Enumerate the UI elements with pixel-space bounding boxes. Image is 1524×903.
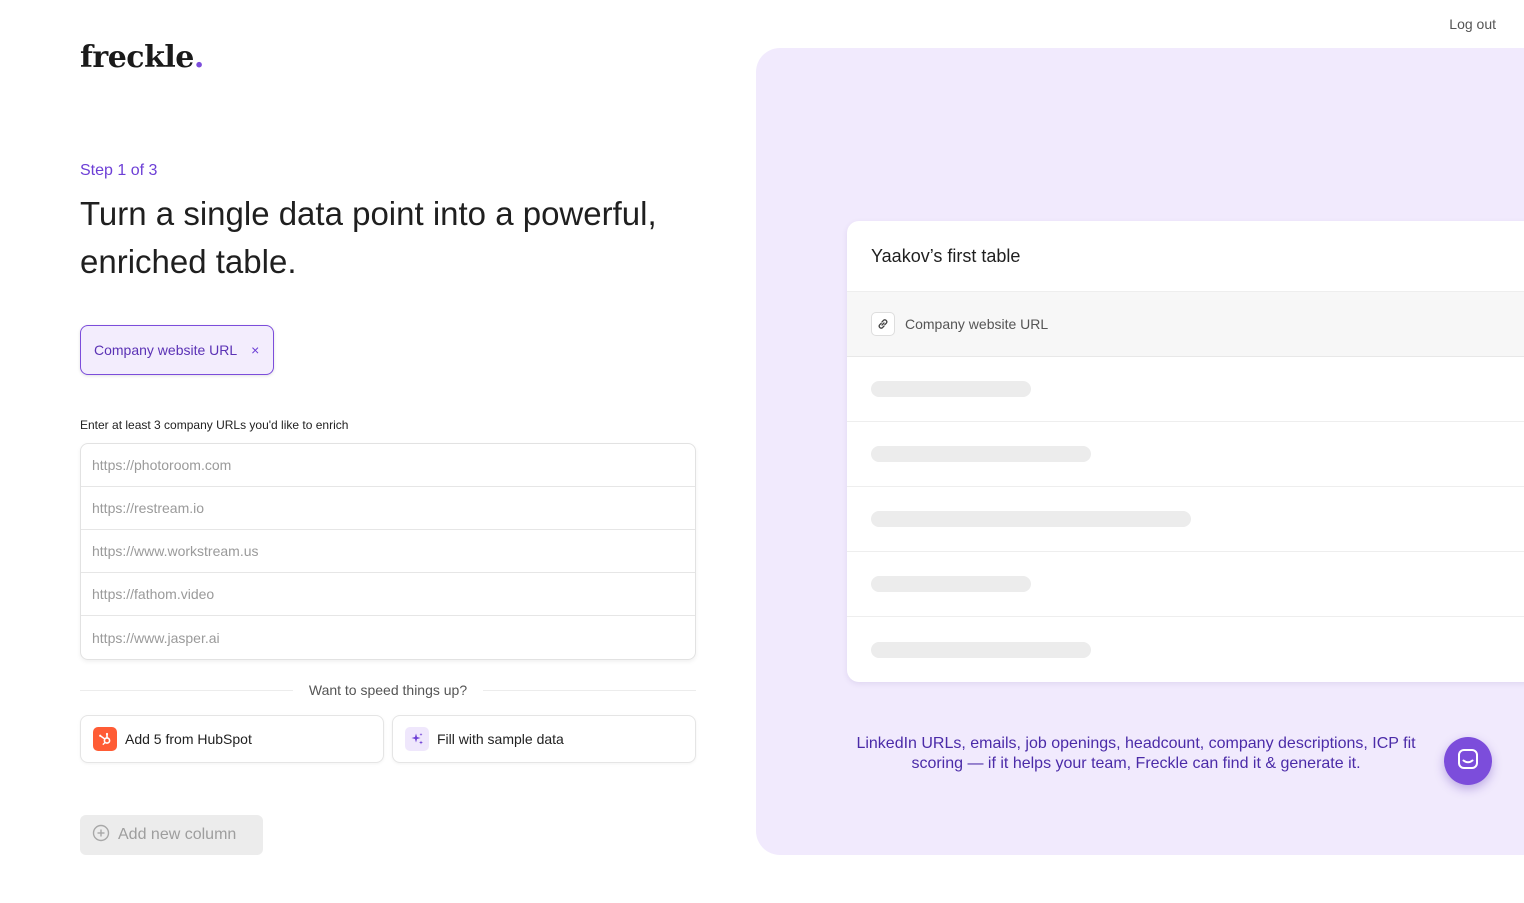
- column-chip[interactable]: Company website URL ×: [80, 325, 275, 375]
- preview-table-title: Yaakov’s first table: [847, 221, 1524, 292]
- chat-launcher-button[interactable]: [1444, 737, 1492, 785]
- loading-skeleton: [871, 511, 1191, 527]
- url-input-row: [81, 487, 695, 530]
- hubspot-icon: [93, 727, 117, 751]
- sparkles-icon: [405, 727, 429, 751]
- placeholder-row: [847, 422, 1524, 487]
- step-indicator: Step 1 of 3: [80, 162, 158, 179]
- add-new-column-button[interactable]: Add new column: [80, 815, 263, 855]
- logo-dot: .: [193, 40, 204, 75]
- table-preview-card: Yaakov’s first table Company website URL: [847, 221, 1524, 682]
- loading-skeleton: [871, 641, 1091, 658]
- logo: freckle.: [80, 40, 204, 75]
- hubspot-button-label: Add 5 from HubSpot: [125, 731, 252, 747]
- divider-line: [80, 689, 293, 691]
- url-input-3[interactable]: [92, 543, 684, 559]
- plus-circle-icon: [92, 824, 110, 847]
- page-title: Turn a single data point into a powerful…: [80, 195, 657, 280]
- fill-sample-data-button[interactable]: Fill with sample data: [392, 715, 696, 763]
- url-input-row: [81, 616, 695, 659]
- column-chip-label: Company website URL: [94, 342, 238, 358]
- loading-skeleton: [871, 446, 1091, 462]
- remove-chip-button[interactable]: ×: [251, 342, 259, 358]
- placeholder-row: [847, 487, 1524, 552]
- url-input-1[interactable]: [92, 457, 684, 473]
- url-input-row: [81, 573, 695, 616]
- placeholder-row: [847, 357, 1524, 422]
- url-input-5[interactable]: [92, 629, 684, 646]
- loading-skeleton: [871, 576, 1031, 592]
- logo-text: freckle: [80, 40, 194, 75]
- add-column-label: Add new column: [118, 826, 237, 843]
- speed-up-divider: Want to speed things up?: [80, 682, 697, 698]
- loading-skeleton: [871, 381, 1031, 397]
- logout-link[interactable]: Log out: [1449, 16, 1496, 32]
- divider-text: Want to speed things up?: [308, 682, 468, 698]
- placeholder-row: [847, 552, 1524, 617]
- url-input-2[interactable]: [92, 500, 684, 516]
- url-input-4[interactable]: [92, 586, 684, 602]
- preview-column-label: Company website URL: [905, 316, 1049, 332]
- preview-panel: Yaakov’s first table Company website URL…: [756, 48, 1524, 855]
- url-input-row: [81, 444, 695, 487]
- url-input-row: [81, 530, 695, 573]
- sample-button-label: Fill with sample data: [437, 731, 564, 747]
- url-input-list: [80, 443, 696, 660]
- divider-line: [483, 689, 697, 691]
- link-icon: [871, 312, 895, 336]
- chat-icon: [1456, 747, 1480, 776]
- add-from-hubspot-button[interactable]: Add 5 from HubSpot: [80, 715, 384, 763]
- preview-column-header: Company website URL: [847, 292, 1524, 357]
- preview-caption: LinkedIn URLs, emails, job openings, hea…: [856, 735, 1416, 772]
- url-instruction: Enter at least 3 company URLs you'd like…: [80, 418, 349, 432]
- placeholder-row: [847, 617, 1524, 682]
